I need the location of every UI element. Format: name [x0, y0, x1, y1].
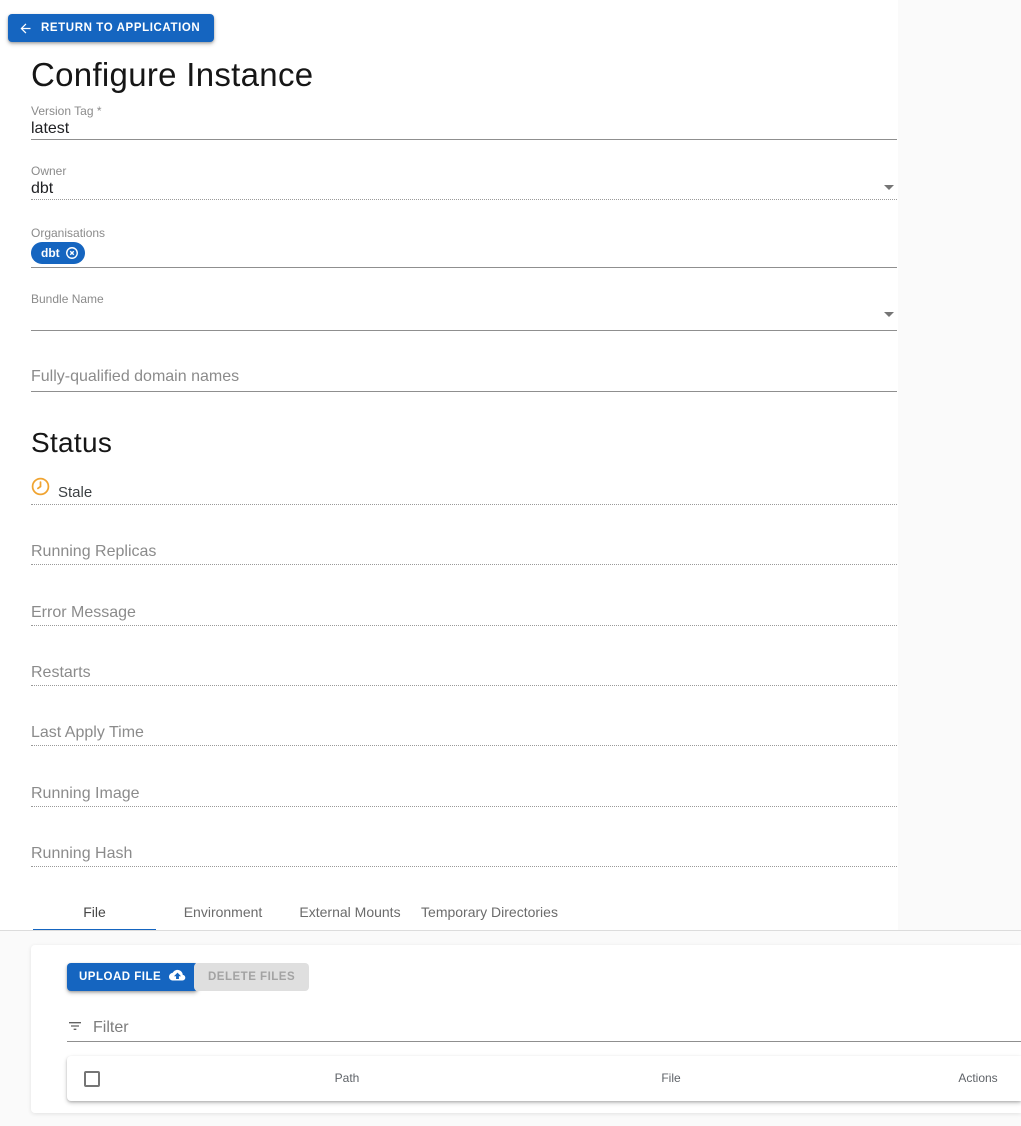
chip-remove-icon[interactable] — [65, 246, 79, 260]
status-heading: Status — [31, 427, 113, 458]
file-tab-panel: UPLOAD FILE DELETE FILES Path File Actio… — [31, 945, 1021, 1113]
running-image-underline — [31, 806, 897, 807]
files-table-header: Path File Actions — [67, 1056, 1021, 1101]
return-to-application-button[interactable]: RETURN TO APPLICATION — [8, 14, 215, 42]
upload-file-button[interactable]: UPLOAD FILE — [67, 963, 199, 991]
chevron-down-icon[interactable] — [884, 312, 894, 317]
configure-instance-page: RETURN TO APPLICATION Configure Instance… — [0, 0, 1021, 1126]
tab-file[interactable]: File — [31, 893, 158, 931]
last-apply-time-label: Last Apply Time — [31, 724, 144, 741]
filter-input[interactable] — [93, 1019, 1021, 1037]
status-state-underline — [31, 504, 897, 505]
delete-files-button[interactable]: DELETE FILES — [194, 963, 310, 991]
fqdn-underline[interactable] — [31, 391, 897, 392]
tab-divider — [0, 930, 1021, 931]
return-button-label: RETURN TO APPLICATION — [41, 22, 201, 34]
error-message-label: Error Message — [31, 604, 136, 621]
tab-external-mounts[interactable]: External Mounts — [288, 893, 412, 930]
version-tag-label: Version Tag * — [31, 104, 102, 118]
running-hash-underline — [31, 866, 897, 867]
arrow-left-icon — [18, 21, 33, 36]
select-all-checkbox[interactable] — [84, 1071, 100, 1087]
version-tag-input[interactable]: latest — [31, 120, 69, 138]
column-header-actions: Actions — [958, 1071, 998, 1085]
owner-select[interactable]: dbt — [31, 180, 53, 198]
filter-list-icon — [67, 1018, 83, 1039]
tab-bar: File Environment External Mounts Tempora… — [31, 893, 567, 931]
tab-environment[interactable]: Environment — [158, 893, 288, 930]
column-header-file[interactable]: File — [661, 1071, 680, 1085]
upload-button-label: UPLOAD FILE — [79, 971, 162, 983]
organisations-underline — [31, 267, 897, 268]
organisation-chip[interactable]: dbt — [31, 242, 85, 264]
error-message-underline — [31, 625, 897, 626]
bundle-name-underline[interactable] — [31, 330, 897, 331]
organisations-label: Organisations — [31, 226, 106, 240]
running-hash-label: Running Hash — [31, 845, 133, 862]
restarts-label: Restarts — [31, 664, 91, 681]
bundle-name-label: Bundle Name — [31, 292, 104, 306]
last-apply-time-underline — [31, 745, 897, 746]
organisation-chip-label: dbt — [41, 246, 60, 260]
owner-underline — [31, 199, 897, 200]
status-state-row: Stale — [31, 477, 92, 501]
owner-label: Owner — [31, 164, 67, 178]
restarts-underline — [31, 685, 897, 686]
version-tag-underline — [31, 139, 897, 140]
filter-field — [67, 1015, 1021, 1042]
status-state-label: Stale — [58, 483, 93, 501]
form-sheet: RETURN TO APPLICATION Configure Instance… — [0, 0, 898, 931]
running-image-label: Running Image — [31, 785, 140, 802]
running-replicas-underline — [31, 564, 897, 565]
running-replicas-label: Running Replicas — [31, 543, 157, 560]
tab-temporary-directories[interactable]: Temporary Directories — [412, 893, 567, 930]
column-header-path[interactable]: Path — [335, 1071, 360, 1085]
clock-icon — [31, 477, 50, 501]
fqdn-label: Fully-qualified domain names — [31, 368, 240, 385]
delete-button-label: DELETE FILES — [208, 971, 296, 983]
chevron-down-icon[interactable] — [884, 185, 894, 190]
page-title: Configure Instance — [31, 56, 314, 93]
cloud-upload-icon — [169, 967, 186, 987]
